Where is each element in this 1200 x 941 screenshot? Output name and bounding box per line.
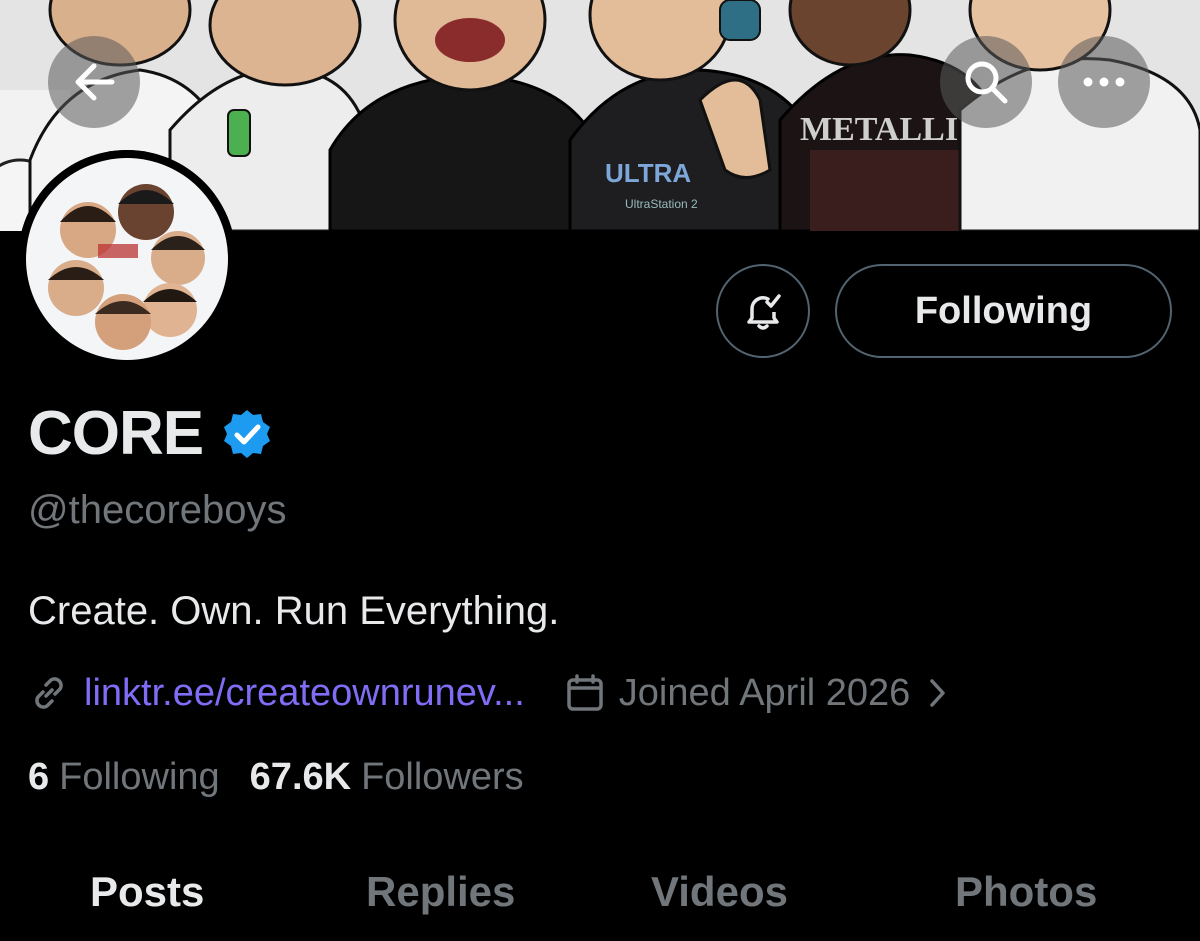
profile-handle: @thecoreboys xyxy=(28,488,287,532)
following-count-label: Following xyxy=(59,756,220,798)
profile-meta-row: linktr.ee/createownrunev... Joined April… xyxy=(28,668,948,718)
calendar-icon xyxy=(565,673,605,713)
following-button[interactable]: Following xyxy=(835,264,1172,358)
search-icon xyxy=(965,61,1008,104)
more-button[interactable] xyxy=(1058,36,1150,128)
chevron-right-icon[interactable] xyxy=(928,677,948,709)
tab-videos[interactable]: Videos xyxy=(651,868,788,916)
search-button[interactable] xyxy=(940,36,1032,128)
link-icon xyxy=(28,672,70,714)
following-count-link[interactable]: 6 Following xyxy=(28,756,220,799)
verified-badge-icon[interactable] xyxy=(221,408,273,460)
following-count: 6 xyxy=(28,756,50,798)
more-horizontal-icon xyxy=(1083,77,1125,87)
tab-photos[interactable]: Photos xyxy=(955,868,1097,916)
profile-bio: Create. Own. Run Everything. xyxy=(28,589,560,633)
followers-count: 67.6K xyxy=(249,756,352,798)
joined-text: Joined April 2026 xyxy=(618,671,911,714)
avatar-image xyxy=(18,150,236,368)
joined-date: Joined April 2026 xyxy=(565,672,949,715)
display-name: CORE xyxy=(28,399,204,468)
follow-counts: 6 Following 67.6K Followers xyxy=(28,756,524,799)
svg-text:UltraStation 2: UltraStation 2 xyxy=(625,197,698,211)
svg-text:ULTRA: ULTRA xyxy=(605,158,691,188)
notification-button[interactable] xyxy=(716,264,810,358)
profile-tabs: Posts Replies Videos Photos xyxy=(0,850,1200,941)
arrow-left-icon xyxy=(75,63,115,101)
followers-count-link[interactable]: 67.6K Followers xyxy=(250,756,524,799)
profile-avatar[interactable] xyxy=(18,150,236,368)
profile-link[interactable]: linktr.ee/createownrunev... xyxy=(84,672,525,715)
tab-replies[interactable]: Replies xyxy=(366,868,515,916)
bell-check-icon xyxy=(747,294,781,330)
back-button[interactable] xyxy=(48,36,140,128)
profile-name-row: CORE xyxy=(28,398,273,469)
tab-posts[interactable]: Posts xyxy=(90,868,204,916)
followers-count-label: Followers xyxy=(361,756,524,798)
